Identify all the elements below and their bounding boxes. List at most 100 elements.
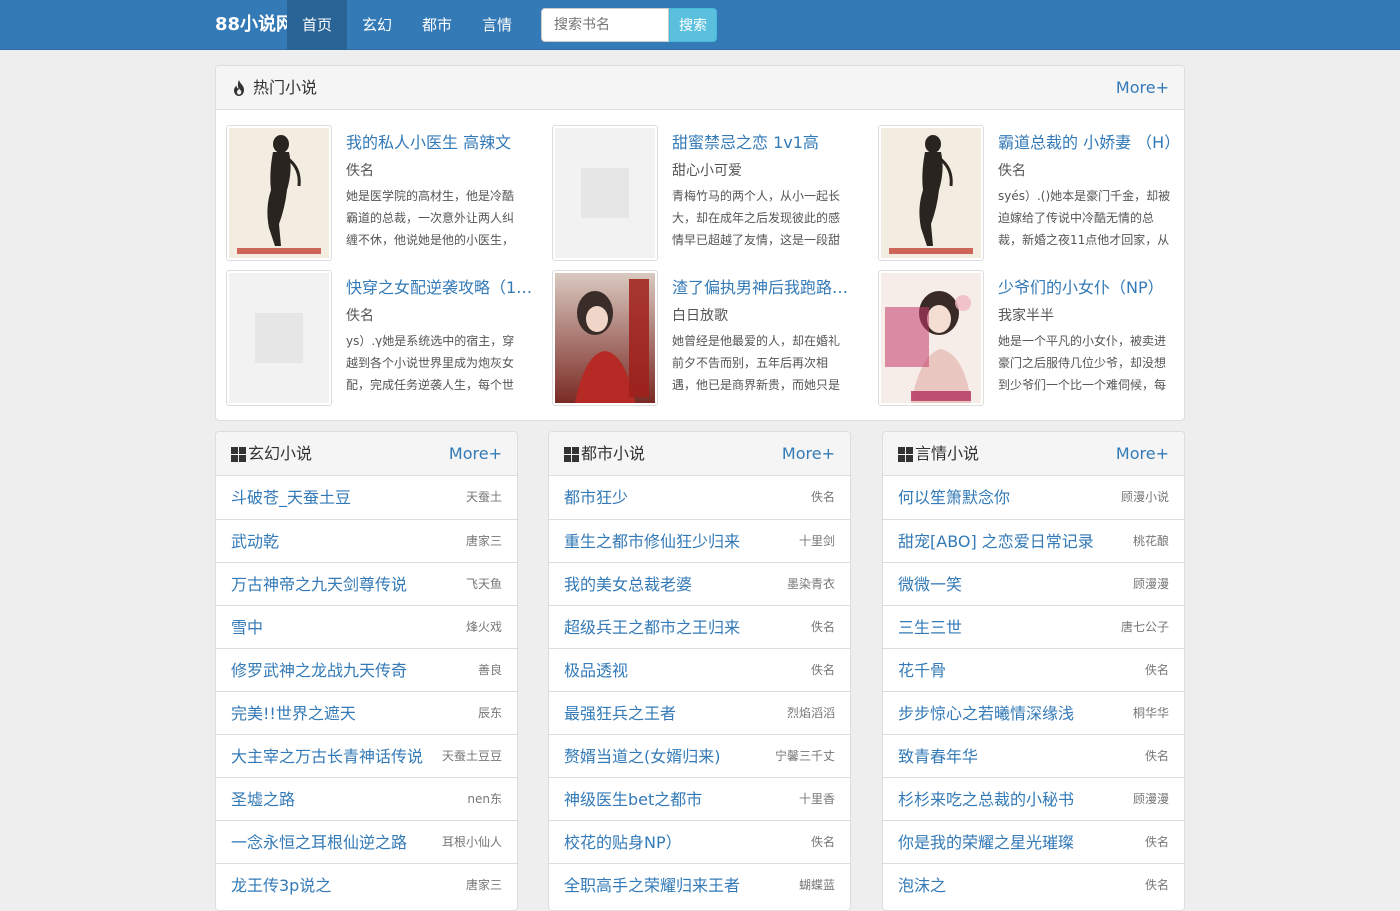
list-item: 大主宰之万古长青神话传说 天蚕土豆豆 bbox=[216, 734, 517, 777]
list-item-title[interactable]: 你是我的荣耀之星光璀璨 bbox=[898, 821, 1074, 864]
list-item-author: 佚名 bbox=[810, 620, 835, 634]
list-item: 我的美女总裁老婆 墨染青衣 bbox=[549, 562, 850, 605]
list-item: 极品透视 佚名 bbox=[549, 648, 850, 691]
list-item-title[interactable]: 花千骨 bbox=[898, 649, 946, 692]
nav-item-home[interactable]: 首页 bbox=[287, 0, 348, 50]
panel-title-text: 玄幻小说 bbox=[248, 444, 313, 463]
book-title[interactable]: 少爷们的小女仆（NP） bbox=[998, 274, 1164, 298]
book-card: 我的私人小医生 高辣文 佚名 她是医学院的高材生，他是冷酷霸道的总裁，一次意外让两人… bbox=[226, 125, 542, 261]
book-cover[interactable] bbox=[552, 125, 658, 261]
list-item-title[interactable]: 全职高手之荣耀归来王者 bbox=[564, 864, 740, 907]
book-author: 我家半半 bbox=[998, 308, 1054, 324]
book-author: 佚名 bbox=[998, 163, 1026, 179]
list-item: 一念永恒之耳根仙逆之路 耳根小仙人 bbox=[216, 820, 517, 863]
search-button[interactable]: 搜索 bbox=[669, 8, 717, 42]
list-item-title[interactable]: 武动乾 bbox=[231, 520, 279, 563]
nav-item-urban[interactable]: 都市 bbox=[407, 0, 467, 50]
book-list: 斗破苍_天蚕土豆 天蚕土 武动乾 唐家三 万古神帝之九天剑尊传说 飞天鱼 雪中 烽火戏 修罗武神… bbox=[216, 476, 517, 906]
book-title[interactable]: 霸道总裁的 小娇妻 （H） bbox=[998, 129, 1180, 153]
more-link[interactable]: More+ bbox=[449, 432, 502, 476]
list-item: 步步惊心之若曦情深缘浅 桐华华 bbox=[883, 691, 1184, 734]
list-item: 雪中 烽火戏 bbox=[216, 605, 517, 648]
list-item: 赘婿当道之(女婿归来) 宁馨三千丈 bbox=[549, 734, 850, 777]
panel-title-text: 热门小说 bbox=[253, 78, 318, 97]
list-panel-romance: 言情小说 More+ 何以笙箫默念你 顾漫小说 甜宠[ABO] 之恋爱日常记录 桃花酿… bbox=[882, 431, 1185, 911]
panel-title: 都市小说 bbox=[564, 432, 645, 476]
list-item-title[interactable]: 完美!!世界之遮天 bbox=[231, 692, 356, 735]
list-item-title[interactable]: 何以笙箫默念你 bbox=[898, 476, 1010, 519]
nav-item-romance[interactable]: 言情 bbox=[467, 0, 527, 50]
list-item-author: 辰东 bbox=[477, 706, 502, 720]
list-item-title[interactable]: 万古神帝之九天剑尊传说 bbox=[231, 563, 407, 606]
list-item: 致青春年华 佚名 bbox=[883, 734, 1184, 777]
book-description: syés）.()她本是豪门千金，却被迫嫁给了传说中冷酷无情的总裁，新婚之夜11点… bbox=[998, 189, 1171, 247]
book-description: 她曾经是他最爱的人，却在婚礼前夕不告而别，五年后再次相遇，他已是商界新贵，而她只… bbox=[672, 334, 841, 392]
grid-icon bbox=[564, 446, 579, 462]
list-item-author: 顾漫漫 bbox=[1132, 792, 1169, 806]
list-item-title[interactable]: 杉杉来吃之总裁的小秘书 bbox=[898, 778, 1074, 821]
list-item-title[interactable]: 重生之都市修仙狂少归来 bbox=[564, 520, 740, 563]
book-cover[interactable] bbox=[552, 270, 658, 406]
book-cover[interactable] bbox=[226, 125, 332, 261]
book-title[interactable]: 我的私人小医生 高辣文 bbox=[346, 129, 511, 153]
list-item-title[interactable]: 最强狂兵之王者 bbox=[564, 692, 676, 735]
list-item-title[interactable]: 一念永恒之耳根仙逆之路 bbox=[231, 821, 407, 864]
more-link[interactable]: More+ bbox=[1116, 66, 1169, 110]
list-item-title[interactable]: 圣墟之路 bbox=[231, 778, 295, 821]
list-item: 修罗武神之龙战九天传奇 善良 bbox=[216, 648, 517, 691]
list-item-title[interactable]: 校花的贴身NP） bbox=[564, 821, 682, 864]
book-list: 何以笙箫默念你 顾漫小说 甜宠[ABO] 之恋爱日常记录 桃花酿 微微一笑 顾漫漫 三生三世… bbox=[883, 476, 1184, 906]
panel-title: 热门小说 bbox=[231, 66, 317, 110]
list-item-title[interactable]: 斗破苍_天蚕土豆 bbox=[231, 476, 351, 519]
list-item: 完美!!世界之遮天 辰东 bbox=[216, 691, 517, 734]
list-item-title[interactable]: 微微一笑 bbox=[898, 563, 962, 606]
book-cover[interactable] bbox=[878, 125, 984, 261]
list-item-author: 佚名 bbox=[1144, 749, 1169, 763]
list-item-author: 佚名 bbox=[1144, 663, 1169, 677]
list-item-title[interactable]: 超级兵王之都市之王归来 bbox=[564, 606, 740, 649]
list-item-title[interactable]: 三生三世 bbox=[898, 606, 962, 649]
list-item-author: 佚名 bbox=[810, 490, 835, 504]
book-cover[interactable] bbox=[878, 270, 984, 406]
list-item-author: 桐华华 bbox=[1132, 706, 1169, 720]
list-item-author: 佚名 bbox=[810, 663, 835, 677]
nav-item-fantasy[interactable]: 玄幻 bbox=[347, 0, 407, 50]
list-item-title[interactable]: 致青春年华 bbox=[898, 735, 978, 778]
list-item-title[interactable]: 甜宠[ABO] 之恋爱日常记录 bbox=[898, 520, 1094, 563]
list-item-title[interactable]: 步步惊心之若曦情深缘浅 bbox=[898, 692, 1074, 735]
list-item-title[interactable]: 神级医生bet之都市 bbox=[564, 778, 702, 821]
cover-image bbox=[881, 128, 981, 258]
cover-image bbox=[881, 273, 981, 403]
list-item: 三生三世 唐七公子 bbox=[883, 605, 1184, 648]
book-cover[interactable] bbox=[226, 270, 332, 406]
list-item-title[interactable]: 大主宰之万古长青神话传说 bbox=[231, 735, 423, 778]
list-item-title[interactable]: 我的美女总裁老婆 bbox=[564, 563, 692, 606]
list-item-title[interactable]: 泡沫之 bbox=[898, 864, 946, 907]
list-item-title[interactable]: 赘婿当道之(女婿归来) bbox=[564, 735, 721, 778]
list-item-title[interactable]: 雪中 bbox=[231, 606, 263, 649]
list-item: 校花的贴身NP） 佚名 bbox=[549, 820, 850, 863]
panel-heading: 热门小说 More+ bbox=[216, 66, 1184, 110]
list-item-author: 唐家三 bbox=[465, 534, 502, 548]
panel-title-text: 言情小说 bbox=[915, 444, 980, 463]
panel-heading: 玄幻小说 More+ bbox=[216, 432, 517, 476]
book-title[interactable]: 甜蜜禁忌之恋 1v1高 bbox=[672, 129, 819, 153]
list-item-author: 佚名 bbox=[1144, 835, 1169, 849]
list-item-title[interactable]: 极品透视 bbox=[564, 649, 628, 692]
site-logo[interactable]: 88小说网 bbox=[215, 0, 294, 50]
list-item-author: 十里香 bbox=[798, 792, 835, 806]
list-item-author: 十里剑 bbox=[798, 534, 835, 548]
more-link[interactable]: More+ bbox=[782, 432, 835, 476]
book-card: 甜蜜禁忌之恋 1v1高 甜心小可爱 青梅竹马的两个人，从小一起长大，却在成年之后发现… bbox=[552, 125, 868, 261]
more-link[interactable]: More+ bbox=[1116, 432, 1169, 476]
search-input[interactable] bbox=[541, 8, 669, 42]
list-item-title[interactable]: 龙王传3p说之 bbox=[231, 864, 331, 907]
list-item-title[interactable]: 修罗武神之龙战九天传奇 bbox=[231, 649, 407, 692]
navbar: 88小说网 首页 玄幻 都市 言情 排行 搜索 bbox=[0, 0, 1400, 50]
list-item: 神级医生bet之都市 十里香 bbox=[549, 777, 850, 820]
list-item: 你是我的荣耀之星光璀璨 佚名 bbox=[883, 820, 1184, 863]
book-title[interactable]: 快穿之女配逆袭攻略（1… bbox=[346, 274, 532, 298]
list-item: 万古神帝之九天剑尊传说 飞天鱼 bbox=[216, 562, 517, 605]
book-title[interactable]: 渣了偏执男神后我跑路… bbox=[672, 274, 848, 298]
list-item-title[interactable]: 都市狂少 bbox=[564, 476, 628, 519]
